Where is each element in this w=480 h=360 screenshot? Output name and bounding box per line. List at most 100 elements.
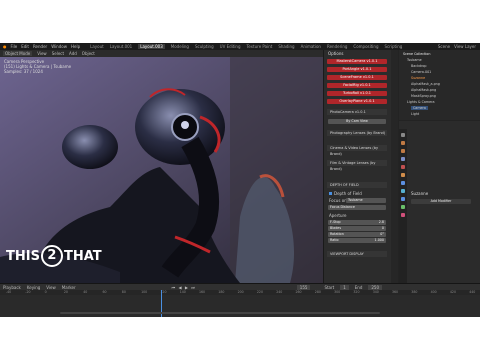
- properties-tabs: [399, 129, 407, 283]
- rotation-field[interactable]: Rotation 0°: [328, 232, 386, 237]
- menu-help[interactable]: Help: [71, 44, 80, 49]
- particles-tab-icon[interactable]: [401, 189, 405, 193]
- ruler-tick: 400: [430, 290, 437, 294]
- physics-tab-icon[interactable]: [401, 197, 405, 201]
- addon-button-6[interactable]: OverlayPlane v1.0.1: [327, 99, 387, 104]
- tab-sculpting[interactable]: Sculpting: [195, 44, 214, 49]
- viewport-header: Object Mode View Select Add Object: [0, 50, 327, 57]
- viewport-menu-object[interactable]: Object: [82, 51, 95, 56]
- end-field[interactable]: 250: [368, 284, 383, 290]
- world-tab-icon[interactable]: [401, 165, 405, 169]
- viewport-display-section[interactable]: VIEWPORT DISPLAY: [327, 251, 387, 257]
- tab-compositing[interactable]: Compositing: [353, 44, 378, 49]
- sidebar-n-panel: Options MasterstCamera v1.0.1 PortAngle …: [323, 50, 391, 283]
- film-lenses-section[interactable]: Film & Vintage Lenses (by Brand): [327, 160, 387, 171]
- ruler-tick: 280: [314, 290, 321, 294]
- material-tab-icon[interactable]: [401, 213, 405, 217]
- tool-tab-icon[interactable]: [401, 133, 405, 137]
- photography-lenses-section[interactable]: Photography Lenses (by Brand): [327, 130, 387, 136]
- logo-this: THIS: [6, 248, 40, 264]
- viewport-menu-view[interactable]: View: [37, 51, 47, 56]
- data-tab-icon[interactable]: [401, 205, 405, 209]
- menu-file[interactable]: File: [11, 44, 18, 49]
- ruler-tick: 320: [353, 290, 360, 294]
- viewport-menu-select[interactable]: Select: [52, 51, 64, 56]
- focus-on-label: Focus on: [329, 198, 347, 203]
- sidebar-tabs[interactable]: [391, 50, 398, 283]
- outliner-row-scene-collection[interactable]: Scene Collection: [403, 52, 430, 56]
- bycam-view-button[interactable]: By Cam View: [328, 119, 386, 124]
- addon-button-5[interactable]: TurboRoll v1.0.1: [327, 91, 387, 96]
- outliner-row-light[interactable]: Light: [411, 112, 419, 116]
- output-tab-icon[interactable]: [401, 149, 405, 153]
- outliner-row-alphamask-a[interactable]: AlphaMask_a.png: [411, 82, 440, 86]
- addon-button-4[interactable]: FacialRig v1.0.1: [327, 83, 387, 88]
- outliner: Scene Collection Tsubame Backdrop Camera…: [399, 50, 480, 120]
- ruler-tick: 440: [469, 290, 476, 294]
- outliner-row-tsubame[interactable]: Tsubame: [407, 58, 422, 62]
- outliner-row-camera001[interactable]: Camera.001: [411, 70, 431, 74]
- timeline-marker-menu[interactable]: Marker: [62, 285, 76, 290]
- fstop-field[interactable]: F-Stop 2.8: [328, 220, 386, 225]
- menu-render[interactable]: Render: [33, 44, 47, 49]
- add-modifier-button[interactable]: Add Modifier: [411, 199, 471, 204]
- current-frame-field[interactable]: 155: [296, 284, 311, 290]
- outliner-row-maskspray[interactable]: MaskSpray.png: [411, 94, 436, 98]
- photocamera-section[interactable]: PhotoCamera v1.0.1: [327, 109, 387, 115]
- object-tab-icon[interactable]: [401, 173, 405, 177]
- rotation-value: 0°: [380, 232, 384, 236]
- focus-distance-field[interactable]: Focus Distance: [328, 205, 386, 210]
- outliner-row-camera[interactable]: Camera: [411, 106, 428, 110]
- tab-layout-003[interactable]: Layout.003: [138, 44, 165, 49]
- outliner-row-alphamask[interactable]: AlphaMask.png: [411, 88, 436, 92]
- scene-selector[interactable]: Scene: [438, 44, 450, 49]
- outliner-row-suzanne[interactable]: Suzanne: [411, 76, 425, 80]
- menu-window[interactable]: Window: [51, 44, 67, 49]
- tab-layout[interactable]: Layout: [90, 44, 104, 49]
- frame-ruler[interactable]: -40 -20 0 20 40 60 80 100 120 140 160 180 200 220 240 2…: [0, 290, 480, 295]
- timeline-playback-menu[interactable]: Playback: [3, 285, 21, 290]
- addon-button-3[interactable]: SceneFrame v1.0.1: [327, 75, 387, 80]
- blades-field[interactable]: Blades 0: [328, 226, 386, 231]
- modifier-tab-icon[interactable]: [401, 181, 405, 185]
- cinema-lenses-section[interactable]: Cinema & Video Lenses (by Brand): [327, 145, 387, 156]
- ratio-value: 1.000: [374, 238, 384, 242]
- render-tab-icon[interactable]: [401, 141, 405, 145]
- ratio-field[interactable]: Ratio 1.000: [328, 238, 386, 243]
- addon-button-2[interactable]: PortAngle v1.0.1: [327, 67, 387, 72]
- blender-logo-icon[interactable]: ●: [3, 44, 7, 49]
- ruler-tick: 20: [63, 290, 68, 294]
- aperture-label: Aperture: [329, 213, 347, 218]
- dof-section[interactable]: DEPTH OF FIELD: [327, 182, 387, 188]
- focus-object-field[interactable]: Tsubame: [346, 198, 386, 203]
- tab-layout-001[interactable]: Layout.001: [110, 44, 133, 49]
- timeline-keying-menu[interactable]: Keying: [27, 285, 40, 290]
- tab-texture-paint[interactable]: Texture Paint: [247, 44, 273, 49]
- tab-uv-editing[interactable]: UV Editing: [220, 44, 241, 49]
- playback-controls[interactable]: ⏮ ◀ ▶ ⏭: [172, 285, 196, 290]
- object-mode-dropdown[interactable]: Object Mode: [3, 51, 33, 56]
- scene-tab-icon[interactable]: [401, 157, 405, 161]
- outliner-row-backdrop[interactable]: Backdrop: [411, 64, 427, 68]
- properties-object-name: Suzanne: [411, 191, 429, 196]
- tab-modeling[interactable]: Modeling: [171, 44, 189, 49]
- 3d-viewport[interactable]: Camera Perspective (151) Lights & Camera…: [0, 57, 327, 283]
- outliner-row-lights-camera[interactable]: Lights & Camera: [407, 100, 435, 104]
- viewport-menu-add[interactable]: Add: [69, 51, 77, 56]
- tab-shading[interactable]: Shading: [278, 44, 294, 49]
- ruler-tick: 380: [411, 290, 418, 294]
- ruler-tick: 80: [121, 290, 126, 294]
- dof-checkbox[interactable]: Depth of Field: [329, 191, 362, 196]
- timeline-view-menu[interactable]: View: [46, 285, 56, 290]
- tab-animation[interactable]: Animation: [301, 44, 321, 49]
- start-field[interactable]: 1: [340, 284, 349, 290]
- ratio-label: Ratio: [330, 238, 339, 242]
- scrollbar[interactable]: [60, 312, 380, 314]
- ruler-tick: 360: [392, 290, 399, 294]
- addon-button-1[interactable]: MasterstCamera v1.0.1: [327, 59, 387, 64]
- tab-rendering[interactable]: Rendering: [327, 44, 347, 49]
- menu-edit[interactable]: Edit: [21, 44, 29, 49]
- tab-scripting[interactable]: Scripting: [385, 44, 403, 49]
- dof-label: Depth of Field: [334, 191, 362, 196]
- view-layer-selector[interactable]: View Layer: [454, 44, 476, 49]
